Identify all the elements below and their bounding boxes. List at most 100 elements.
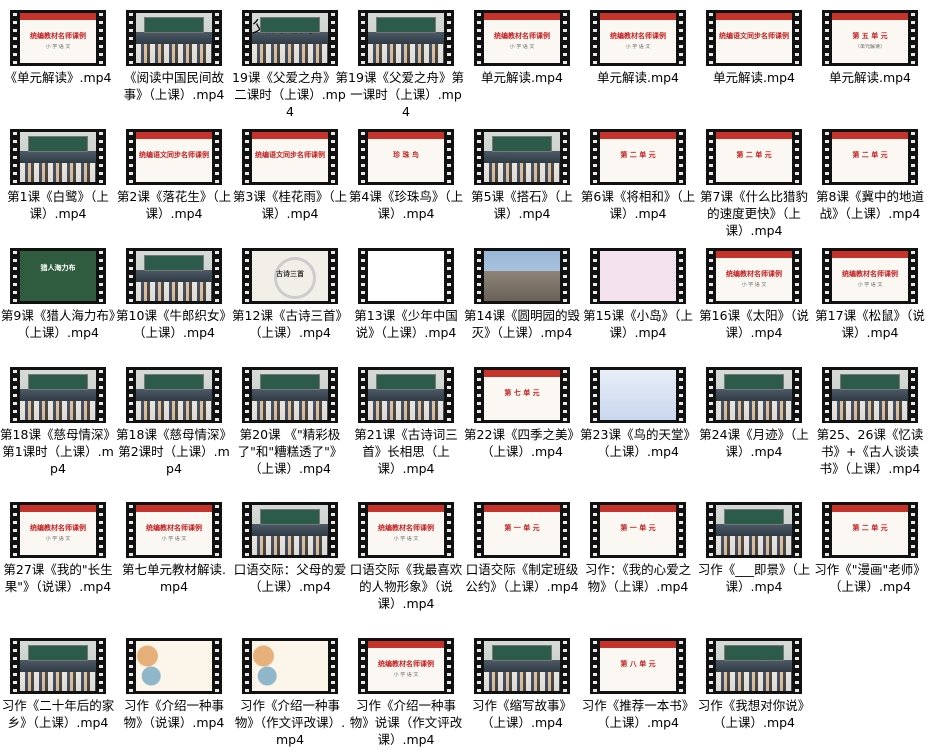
video-thumbnail[interactable]: [590, 367, 686, 423]
video-thumbnail[interactable]: [242, 367, 338, 423]
file-name-label[interactable]: 习作《介绍一种事物》（说课）.mp4: [116, 697, 232, 731]
thumbnail-title: 第 二 单 元: [736, 151, 772, 159]
video-thumbnail[interactable]: 第 二 单 元: [590, 129, 686, 185]
video-thumbnail[interactable]: [590, 248, 686, 304]
file-name-label[interactable]: 第24课《月迹》（上课）.mp4: [696, 426, 812, 460]
file-name-label[interactable]: 第7课《什么比猎豹的速度更快》（上课）.mp4: [696, 188, 812, 239]
video-thumbnail[interactable]: 第 一 单 元: [590, 502, 686, 558]
video-thumbnail[interactable]: 第 二 单 元: [822, 129, 918, 185]
file-name-label[interactable]: 19课《父爱之舟》第二课时（上课）.mp4: [232, 69, 348, 120]
file-name-label[interactable]: 第13课《少年中国说》（上课）.mp4: [348, 307, 464, 341]
file-name-label[interactable]: 第1课《白鹭》（上课）.mp4: [0, 188, 116, 222]
file-name-label[interactable]: 第18课《慈母情深》第2课时（上课）.mp4: [116, 426, 232, 477]
video-thumbnail[interactable]: 第 二 单 元: [706, 129, 802, 185]
file-name-label[interactable]: 习作《介绍一种事物》（作文评改课）.mp4: [232, 697, 348, 748]
video-thumbnail[interactable]: [474, 129, 570, 185]
video-thumbnail[interactable]: [126, 10, 222, 66]
file-name-label[interactable]: 口语交际：父母的爱（上课）.mp4: [232, 561, 348, 595]
file-name-label[interactable]: 习作《我想对你说》（上课）.mp4: [696, 697, 812, 731]
video-thumbnail[interactable]: 第 八 单 元: [590, 638, 686, 694]
video-thumbnail[interactable]: [706, 367, 802, 423]
video-thumbnail[interactable]: [126, 367, 222, 423]
video-thumbnail[interactable]: [242, 638, 338, 694]
file-name-label[interactable]: 口语交际《我最喜欢的人物形象》（说课）.mp4: [348, 561, 464, 612]
video-thumbnail[interactable]: 珍 珠 鸟: [358, 129, 454, 185]
video-thumbnail[interactable]: 统编教材名师课例小 学 语 文: [474, 10, 570, 66]
file-name-label[interactable]: 第18课《慈母情深》第1课时（上课）.mp4: [0, 426, 116, 477]
video-thumbnail[interactable]: [706, 638, 802, 694]
video-thumbnail[interactable]: 统编教材名师课例小 学 语 文: [10, 10, 106, 66]
video-thumbnail[interactable]: [358, 248, 454, 304]
video-thumbnail[interactable]: [10, 129, 106, 185]
video-thumbnail[interactable]: 第 五 单 元 （单元解读）: [822, 10, 918, 66]
video-thumbnail[interactable]: 统编教材名师课例小 学 语 文: [590, 10, 686, 66]
video-thumbnail[interactable]: [242, 502, 338, 558]
video-thumbnail[interactable]: 第 二 单 元: [822, 502, 918, 558]
video-thumbnail[interactable]: [474, 248, 570, 304]
file-name-label[interactable]: 单元解读.mp4: [696, 69, 812, 86]
file-name-label[interactable]: 习作：《我的心爱之物》（上课）.mp4: [580, 561, 696, 595]
thumbnail-title: 古诗三首: [276, 270, 304, 278]
file-name-label[interactable]: 第12课《古诗三首》（上课）.mp4: [232, 307, 348, 341]
video-thumbnail[interactable]: [706, 502, 802, 558]
thumbnail-title: 珍 珠 鸟: [393, 151, 419, 159]
file-name-label[interactable]: 第27课《我的"长生果"》（说课）.mp4: [0, 561, 116, 595]
file-name-label[interactable]: 第15课《小岛》（上课）.mp4: [580, 307, 696, 341]
file-name-label[interactable]: 第七单元教材解读.mp4: [116, 561, 232, 595]
video-thumbnail[interactable]: 古诗三首: [242, 248, 338, 304]
video-thumbnail[interactable]: 统编教材名师课例小 学 语 文: [822, 248, 918, 304]
video-thumbnail[interactable]: 猎人海力布: [10, 248, 106, 304]
video-thumbnail[interactable]: [10, 367, 106, 423]
file-name-label[interactable]: 习作《推荐一本书》（上课）.mp4: [580, 697, 696, 731]
file-name-label[interactable]: 第17课《松鼠》（说课）.mp4: [812, 307, 928, 341]
video-thumbnail[interactable]: 统编教材名师课例小 学 语 文: [358, 502, 454, 558]
video-thumbnail[interactable]: [358, 367, 454, 423]
file-name-label[interactable]: 习作《二十年后的家乡》（上课）.mp4: [0, 697, 116, 731]
file-name-label[interactable]: 第14课《圆明园的毁灭》（上课）.mp4: [464, 307, 580, 341]
file-name-label[interactable]: 第5课《搭石》（上课）.mp4: [464, 188, 580, 222]
video-thumbnail[interactable]: 统编语文同步名师课例: [126, 129, 222, 185]
file-name-label[interactable]: 第20课 《"精彩极了"和"糟糕透了"》（上课）.mp4: [232, 426, 348, 477]
video-thumbnail[interactable]: 统编教材名师课例小 学 语 文: [126, 502, 222, 558]
file-name-label[interactable]: 第3课《桂花雨》（上课）.mp4: [232, 188, 348, 222]
thumbnail-subtitle: 小 学 语 文: [45, 44, 71, 50]
file-name-label[interactable]: 19课《父爱之舟》第一课时（上课）.mp4: [348, 69, 464, 120]
file-name-label[interactable]: 第4课《珍珠鸟》（上课）.mp4: [348, 188, 464, 222]
file-name-label[interactable]: 第23课《鸟的天堂》（上课）.mp4: [580, 426, 696, 460]
file-name-label[interactable]: 第2课《落花生》（上课）.mp4: [116, 188, 232, 222]
file-name-label[interactable]: 习作《介绍一种事物》说课（作文评改课）.mp4: [348, 697, 464, 748]
file-name-label[interactable]: 第9课《猎人海力布》（上课）.mp4: [0, 307, 116, 341]
video-thumbnail[interactable]: 统编语文同步名师课例: [242, 129, 338, 185]
file-name-label[interactable]: 第22课《四季之美》（上课）.mp4: [464, 426, 580, 460]
video-thumbnail[interactable]: 统编教材名师课例小 学 语 文: [10, 502, 106, 558]
video-thumbnail[interactable]: [126, 248, 222, 304]
video-thumbnail[interactable]: [822, 367, 918, 423]
file-name-label[interactable]: 单元解读.mp4: [812, 69, 928, 86]
file-name-label[interactable]: 习作《___即景》（上课）.mp4: [696, 561, 812, 595]
video-thumbnail[interactable]: 统编语文同步名师课例: [706, 10, 802, 66]
file-name-label[interactable]: 口语交际《制定班级公约》（上课）.mp4: [464, 561, 580, 595]
file-name-label[interactable]: 第8课《冀中的地道战》（上课）.mp4: [812, 188, 928, 222]
file-name-label[interactable]: 习作《"漫画"老师》（上课）.mp4: [812, 561, 928, 595]
video-thumbnail[interactable]: 统编教材名师课例小 学 语 文: [358, 638, 454, 694]
file-name-label[interactable]: 第25、26课《忆读书》+《古人谈读书》（上课）.mp4: [812, 426, 928, 477]
file-name-label[interactable]: 习作《缩写故事》（上课）.mp4: [464, 697, 580, 731]
file-name-label[interactable]: 单元解读.mp4: [580, 69, 696, 86]
file-name-label[interactable]: 第16课《太阳》（说课）.mp4: [696, 307, 812, 341]
file-name-label[interactable]: 单元解读.mp4: [464, 69, 580, 86]
video-thumbnail[interactable]: 父爱之舟: [242, 10, 338, 66]
video-thumbnail[interactable]: [126, 638, 222, 694]
thumbnail-subtitle: 小 学 语 文: [161, 536, 187, 542]
file-name-label[interactable]: 《阅读中国民间故事》（上课）.mp4: [116, 69, 232, 103]
video-thumbnail[interactable]: 第 七 单 元: [474, 367, 570, 423]
video-thumbnail[interactable]: 第 一 单 元: [474, 502, 570, 558]
video-thumbnail[interactable]: [474, 638, 570, 694]
video-thumbnail[interactable]: [10, 638, 106, 694]
file-name-label[interactable]: 第6课《将相和》（上课）.mp4: [580, 188, 696, 222]
file-name-label[interactable]: 《单元解读》.mp4: [0, 69, 116, 86]
file-name-label[interactable]: 第10课《牛郎织女》（上课）.mp4: [116, 307, 232, 341]
video-thumbnail[interactable]: 统编教材名师课例小 学 语 文: [706, 248, 802, 304]
video-thumbnail[interactable]: [358, 10, 454, 66]
thumbnail-frame: 统编教材名师课例小 学 语 文: [832, 251, 908, 301]
file-name-label[interactable]: 第21课《古诗词三首》长相思（上课）.mp4: [348, 426, 464, 477]
